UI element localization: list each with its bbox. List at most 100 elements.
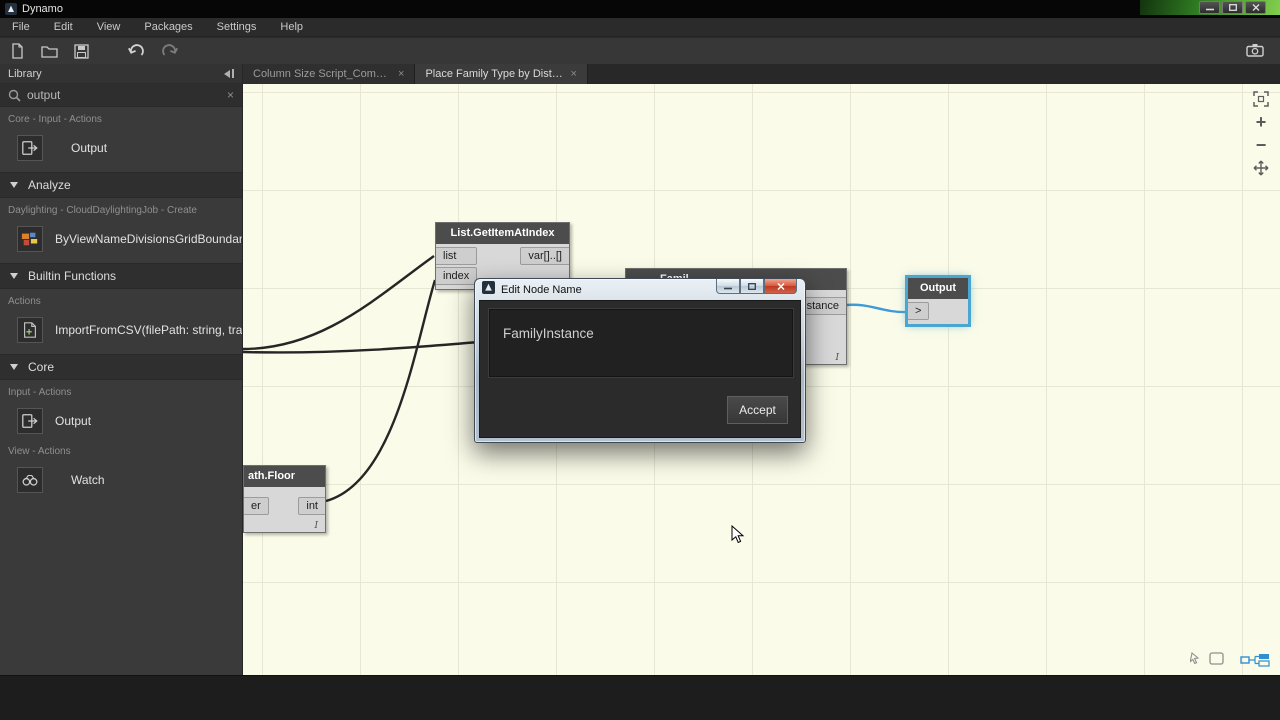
library-item-output-2[interactable]: Output [0, 402, 242, 439]
node-title[interactable]: ath.Floor [244, 466, 325, 487]
tab-place-family-type[interactable]: Place Family Type by Distance × [415, 64, 588, 84]
close-icon [776, 282, 785, 290]
library-item-label: ImportFromCSV(filePath: string, tran [55, 322, 242, 337]
library-section-builtin-functions[interactable]: Builtin Functions [0, 263, 242, 289]
new-file-button[interactable] [10, 43, 25, 59]
menu-edit[interactable]: Edit [54, 21, 73, 33]
canvas-navigation-controls: + − [1252, 90, 1270, 177]
node-output[interactable]: Output > [907, 277, 969, 325]
redo-button[interactable] [161, 44, 179, 58]
open-file-button[interactable] [41, 44, 58, 58]
library-header: Library [0, 64, 242, 84]
section-expand-icon [10, 273, 18, 279]
library-title: Library [8, 67, 42, 80]
tab-label: Place Family Type by Distance [425, 68, 564, 80]
menu-packages[interactable]: Packages [144, 21, 192, 33]
tab-close-button[interactable]: × [398, 68, 404, 80]
library-item-label: Watch [71, 472, 105, 487]
geometry-view-toggle[interactable] [1189, 650, 1226, 673]
library-category-label: Daylighting - CloudDaylightingJob - Crea… [8, 205, 197, 216]
save-button[interactable] [74, 43, 89, 59]
edit-node-name-dialog: Edit Node Name FamilyInstance Accept [474, 278, 806, 443]
dialog-window-controls [716, 279, 797, 294]
maximize-icon [748, 282, 756, 290]
toolbar [0, 38, 1280, 64]
library-item-label: Output [55, 413, 92, 428]
node-title[interactable]: List.GetItemAtIndex [436, 223, 569, 244]
menu-file[interactable]: File [12, 21, 30, 33]
library-category-label: Actions [8, 296, 41, 307]
dialog-title-bar[interactable]: Edit Node Name [475, 279, 805, 300]
port-var-output[interactable]: var[]..[] [520, 247, 569, 265]
minimize-icon [724, 287, 732, 289]
window-maximize-button[interactable] [1222, 1, 1243, 14]
node-name-field[interactable]: FamilyInstance [489, 309, 793, 377]
menu-view[interactable]: View [97, 21, 121, 33]
library-search-box: × [0, 84, 242, 107]
window-close-button[interactable] [1245, 1, 1266, 14]
lacing-indicator[interactable]: I [835, 353, 839, 363]
graph-layout-toggle[interactable] [1240, 653, 1270, 672]
tab-label: Column Size Script_Computatio [253, 68, 391, 80]
zoom-out-button[interactable]: − [1252, 136, 1270, 154]
library-section-core[interactable]: Core [0, 354, 242, 380]
window-minimize-button[interactable] [1199, 1, 1220, 14]
library-category-label: Input - Actions [8, 387, 72, 398]
zoom-fit-button[interactable] [1252, 90, 1270, 108]
open-folder-icon [41, 46, 58, 58]
zoom-in-button[interactable]: + [1252, 113, 1270, 131]
library-item-label: ByViewNameDivisionsGridBoundan [55, 231, 242, 246]
camera-icon [1246, 44, 1264, 57]
library-category-label: View - Actions [8, 446, 71, 457]
pan-button[interactable] [1252, 159, 1270, 177]
section-expand-icon [10, 182, 18, 188]
new-file-icon [12, 43, 23, 59]
menu-settings[interactable]: Settings [217, 21, 257, 33]
undo-button[interactable] [127, 44, 145, 58]
menu-bar: File Edit View Packages Settings Help [0, 18, 1280, 37]
export-image-button[interactable] [1246, 43, 1264, 57]
accept-button[interactable]: Accept [727, 396, 788, 424]
wire-to-list-input [243, 255, 435, 351]
dialog-close-button[interactable] [764, 279, 797, 294]
port-list-input[interactable]: list [436, 247, 478, 265]
port-number-input[interactable]: er [244, 497, 269, 515]
menu-help[interactable]: Help [280, 21, 303, 33]
port-output-input[interactable]: > [908, 302, 930, 320]
geometry-view-icon [1189, 651, 1224, 665]
node-title[interactable]: Output [908, 278, 968, 299]
dialog-minimize-button[interactable] [716, 279, 740, 294]
dialog-title: Edit Node Name [501, 283, 582, 296]
workspace-tab-bar: Column Size Script_Computatio × Place Fa… [243, 64, 1280, 84]
watch-icon [17, 466, 43, 493]
library-collapse-button[interactable] [224, 69, 234, 78]
dialog-maximize-button[interactable] [740, 279, 764, 294]
library-item-byviewname[interactable]: ByViewNameDivisionsGridBoundan [0, 220, 242, 257]
dialog-body: FamilyInstance Accept [479, 300, 801, 438]
tab-close-button[interactable]: × [570, 68, 576, 80]
port-index-input[interactable]: index [436, 267, 478, 285]
redo-icon [162, 44, 178, 56]
dialog-dynamo-icon [482, 280, 495, 299]
window-title: Dynamo [22, 3, 63, 15]
undo-icon [128, 44, 144, 56]
status-bar [0, 675, 1280, 720]
library-item-watch[interactable]: Watch [0, 461, 242, 498]
lacing-indicator[interactable]: I [314, 521, 318, 531]
search-input[interactable] [27, 88, 221, 102]
dynamo-window: Dynamo File Edit View Packages Settings … [0, 0, 1280, 720]
search-clear-button[interactable]: × [227, 88, 234, 102]
section-expand-icon [10, 364, 18, 370]
window-controls [1199, 1, 1266, 14]
library-item-importfromcsv[interactable]: ImportFromCSV(filePath: string, tran [0, 311, 242, 348]
output-node-icon [17, 407, 43, 434]
graph-layout-icon [1240, 654, 1270, 667]
library-section-analyze[interactable]: Analyze [0, 172, 242, 198]
minimize-icon [1205, 8, 1214, 11]
section-label: Core [28, 360, 55, 374]
library-item-output[interactable]: Output [0, 129, 242, 166]
port-int-output[interactable]: int [298, 497, 325, 515]
node-math-floor[interactable]: ath.Floor er int I [243, 465, 326, 533]
tab-column-size-script[interactable]: Column Size Script_Computatio × [243, 64, 416, 84]
zoom-fit-icon [1253, 91, 1269, 107]
